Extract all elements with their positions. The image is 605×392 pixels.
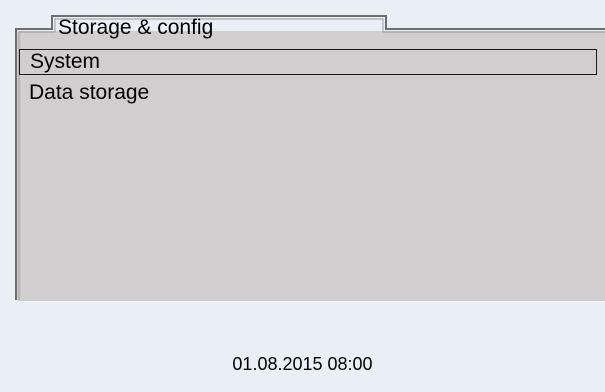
instrument-display: Storage & config System Data storage 01.… [0, 0, 605, 392]
datetime-display: 01.08.2015 08:00 [232, 354, 373, 374]
menu-item-data-storage[interactable]: Data storage [19, 80, 597, 106]
menu-item-system[interactable]: System [19, 49, 597, 75]
tab-title[interactable]: Storage & config [58, 16, 213, 40]
status-bar [0, 301, 605, 392]
